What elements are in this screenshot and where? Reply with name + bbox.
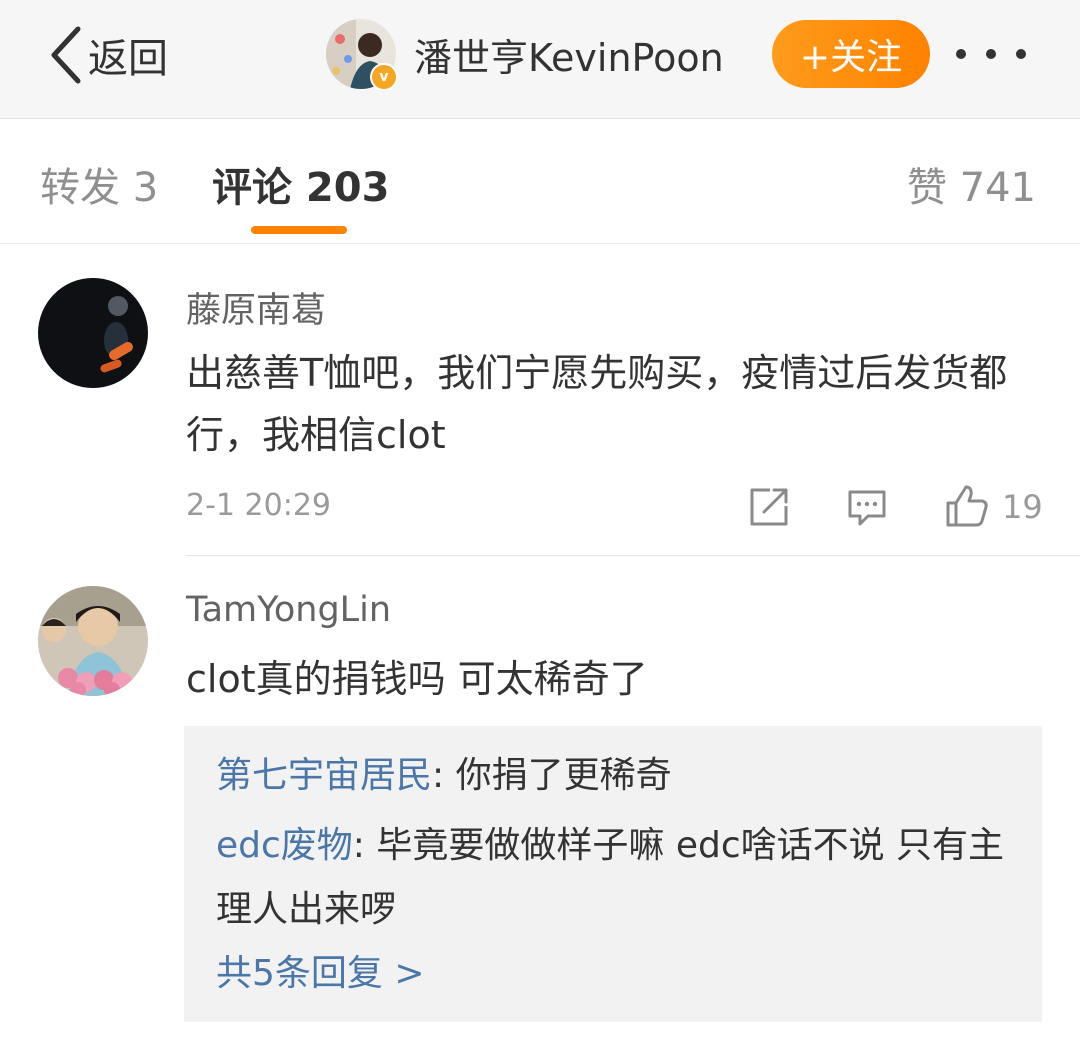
profile-header[interactable]: v 潘世亨KevinPoon xyxy=(326,18,724,91)
commenter-name[interactable]: 藤原南葛 xyxy=(186,282,326,333)
share-icon xyxy=(750,488,788,526)
reply-button[interactable] xyxy=(846,488,888,532)
comment-item: 藤原南葛 出慈善T恤吧，我们宁愿先购买，疫情过后发货都行，我相信clot 2-1… xyxy=(0,278,1080,558)
comment-text: clot真的捐钱吗 可太稀奇了 xyxy=(186,657,648,701)
view-more-replies-link[interactable]: 共5条回复 > xyxy=(216,944,425,996)
back-button[interactable]: 返回 xyxy=(48,20,168,90)
comment-divider xyxy=(186,555,1080,556)
comment-timestamp: 2-1 20:29 xyxy=(186,488,331,523)
back-label: 返回 xyxy=(88,36,168,82)
thumbs-up-icon xyxy=(946,485,988,527)
reply-author[interactable]: edc废物 xyxy=(216,825,353,866)
top-nav-bar: 返回 v 潘世亨KevinPoon +关注 xyxy=(0,0,1080,119)
tab-bar: 转发 3 评论 203 赞 741 xyxy=(0,119,1080,244)
follow-button[interactable]: +关注 xyxy=(772,20,930,88)
commenter-avatar[interactable] xyxy=(38,278,148,388)
commenter-name[interactable]: TamYongLin xyxy=(186,590,391,630)
active-tab-indicator xyxy=(251,226,347,234)
reply-text: : 你捐了更稀奇 xyxy=(432,755,672,796)
commenter-avatar[interactable] xyxy=(38,586,148,696)
comment-icon xyxy=(848,490,886,526)
avatar-image xyxy=(38,278,148,388)
replies-preview[interactable]: 第七宇宙居民: 你捐了更稀奇 edc废物: 毕竟要做做样子嘛 edc啥话不说 只… xyxy=(184,726,1042,1022)
reply-author[interactable]: 第七宇宙居民 xyxy=(216,755,432,796)
share-button[interactable] xyxy=(748,486,790,532)
tab-reposts[interactable]: 转发 3 xyxy=(40,155,158,213)
avatar-image xyxy=(38,586,148,696)
like-count: 19 xyxy=(1002,488,1043,526)
comment-text: 出慈善T恤吧，我们宁愿先购买，疫情过后发货都行，我相信clot xyxy=(186,351,1008,457)
more-options-icon[interactable] xyxy=(956,44,1026,64)
author-avatar[interactable]: v xyxy=(326,19,398,91)
like-button[interactable] xyxy=(944,483,990,533)
tab-likes[interactable]: 赞 741 xyxy=(907,155,1036,213)
reply-item: 第七宇宙居民: 你捐了更稀奇 xyxy=(216,744,1016,808)
tab-comments[interactable]: 评论 203 xyxy=(212,155,389,213)
author-name[interactable]: 潘世亨KevinPoon xyxy=(414,27,724,82)
chevron-left-icon xyxy=(51,26,81,84)
verified-badge-icon: v xyxy=(370,63,398,91)
reply-item: edc废物: 毕竟要做做样子嘛 edc啥话不说 只有主理人出来啰 xyxy=(216,814,1016,942)
